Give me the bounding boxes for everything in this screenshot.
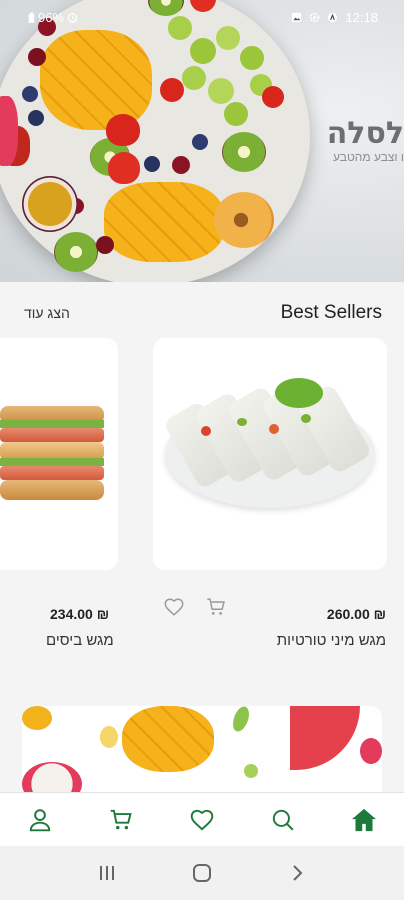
gallery-icon [292, 12, 302, 23]
status-bar: 96% 12:18 [0, 0, 404, 34]
hero-tagline: ו וצבע מהטבע [333, 150, 404, 164]
user-icon [30, 808, 51, 831]
clock: 12:18 [345, 10, 378, 25]
nav-home-button[interactable] [339, 797, 389, 843]
cart-icon[interactable] [205, 596, 227, 618]
app-icon [328, 12, 338, 23]
fruit-promo-banner[interactable] [22, 706, 382, 792]
back-icon [292, 865, 303, 881]
nav-search-button[interactable] [258, 797, 308, 843]
product-name[interactable]: מגש ביסים [46, 632, 114, 649]
battery-percent: 96% [38, 10, 65, 25]
nav-cart-button[interactable] [96, 797, 146, 843]
bottom-navigation [0, 792, 404, 846]
product-image-bites [0, 406, 104, 502]
heart-icon[interactable] [163, 596, 185, 618]
back-button[interactable] [277, 853, 317, 893]
battery-icon [28, 11, 35, 23]
alarm-icon [67, 13, 78, 23]
nav-favorites-button[interactable] [177, 797, 227, 843]
product-image-tortillas [162, 378, 375, 518]
product-card-mini-tortillas[interactable] [153, 338, 387, 570]
product-price: 234.00 ₪ [50, 606, 110, 622]
product-name[interactable]: מגש מיני טורטיות [277, 632, 386, 649]
cart-icon [110, 809, 132, 829]
heart-icon [190, 809, 214, 831]
system-navigation-bar [0, 846, 404, 900]
product-price: 260.00 ₪ [326, 606, 386, 622]
settings-icon [310, 12, 320, 23]
recent-apps-icon [100, 866, 115, 880]
search-icon [272, 809, 294, 830]
home-button-icon [192, 864, 211, 882]
recent-apps-button[interactable] [87, 853, 127, 893]
nav-profile-button[interactable] [15, 797, 65, 843]
show-more-link[interactable]: הצג עוד [24, 305, 70, 321]
app-screen: לסלה ו וצבע מהטבע 96% 12:18 Best Sellers… [0, 0, 404, 900]
best-sellers-section: Best Sellers הצג עוד 260.00 ₪ מגש מיני ט… [0, 282, 404, 792]
product-card-bites[interactable] [0, 338, 118, 570]
hero-banner[interactable]: לסלה ו וצבע מהטבע [0, 0, 404, 282]
section-title: Best Sellers [280, 302, 382, 323]
fruit-platter-image [0, 0, 310, 282]
system-home-button[interactable] [182, 853, 222, 893]
home-icon [351, 808, 376, 831]
hero-brand-text: לסלה [326, 116, 404, 151]
